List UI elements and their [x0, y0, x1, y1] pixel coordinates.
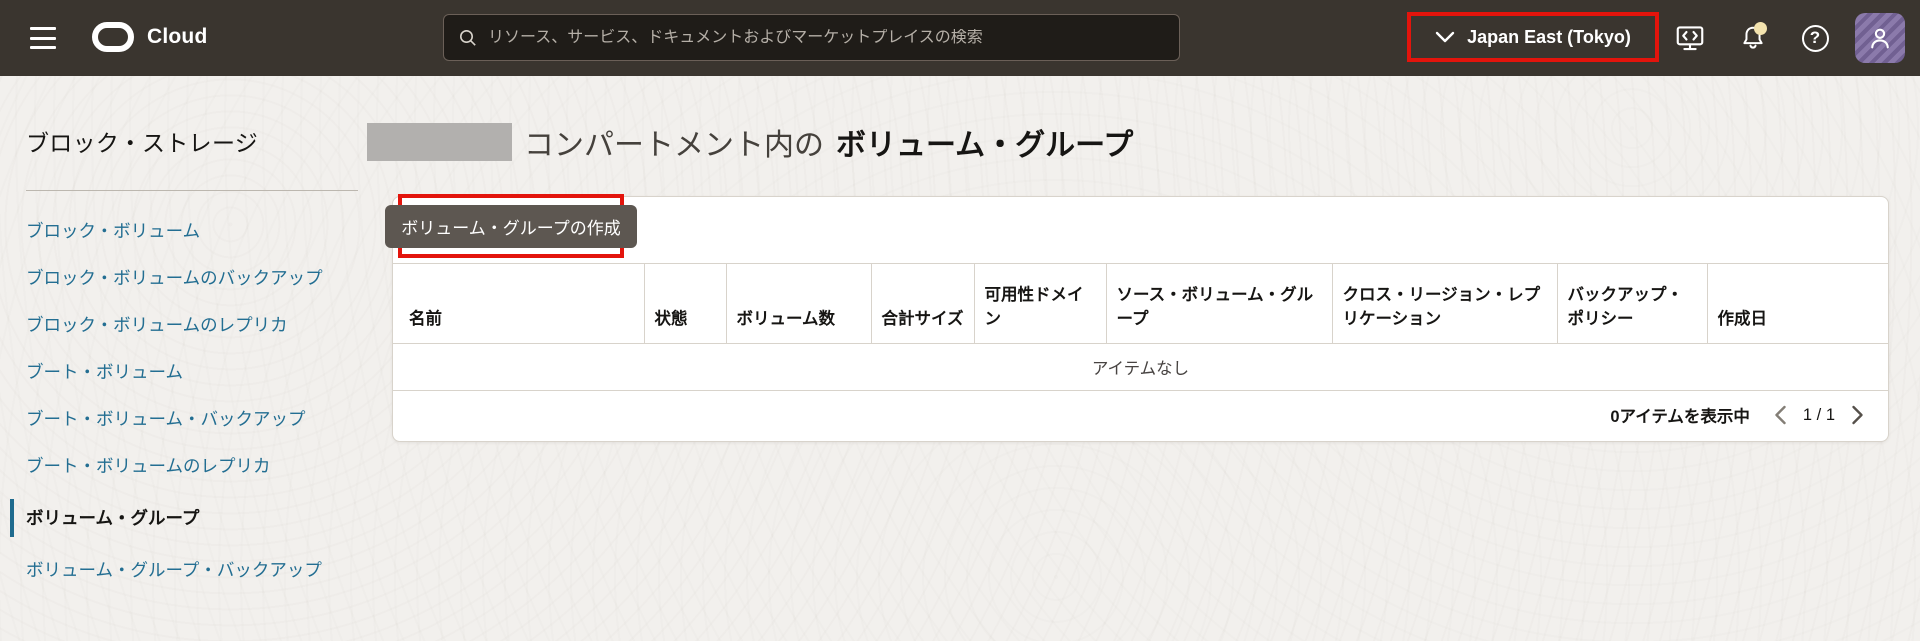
next-page-button[interactable] — [1849, 403, 1866, 427]
column-header-cross-region-replication: クロス・リージョン・レプリケーション — [1332, 263, 1558, 344]
table-header-row: 名前 状態 ボリューム数 合計サイズ 可用性ドメイン ソース・ボリューム・グルー… — [393, 263, 1888, 344]
sidebar-item-block-volumes[interactable]: ブロック・ボリューム — [26, 217, 358, 245]
help-button[interactable]: ? — [1793, 16, 1837, 60]
redacted-compartment-name — [367, 123, 512, 161]
column-header-total-size: 合計サイズ — [871, 263, 975, 344]
volume-groups-panel: ボリューム・グループの作成 名前 状態 ボリューム数 合計サイズ 可用性ドメイン… — [385, 194, 1889, 442]
sidebar-divider — [26, 190, 358, 191]
page-title-emphasis: ボリューム・グループ — [836, 129, 1134, 162]
sidebar-item-block-volume-replicas[interactable]: ブロック・ボリュームのレプリカ — [26, 311, 358, 339]
column-header-created: 作成日 — [1707, 263, 1888, 344]
pager: 1 / 1 — [1772, 403, 1866, 427]
region-selector[interactable]: Japan East (Tokyo) — [1435, 27, 1631, 48]
hamburger-menu-icon[interactable] — [30, 25, 58, 51]
page-title: コンパートメント内の ボリューム・グループ — [367, 120, 1133, 164]
notifications-button[interactable] — [1731, 16, 1775, 60]
search-bar[interactable] — [443, 14, 1180, 61]
region-label: Japan East (Tokyo) — [1467, 26, 1631, 47]
volume-groups-table: 名前 状態 ボリューム数 合計サイズ 可用性ドメイン ソース・ボリューム・グルー… — [393, 263, 1888, 391]
column-header-name: 名前 — [393, 263, 645, 344]
user-avatar[interactable] — [1855, 13, 1905, 63]
items-shown-summary: 0アイテムを表示中 — [1610, 408, 1750, 426]
create-volume-group-button[interactable]: ボリューム・グループの作成 — [385, 204, 637, 248]
cloud-shell-icon — [1676, 26, 1704, 51]
page-title-prefix: コンパートメント内の — [524, 129, 824, 162]
sidebar-item-block-volume-backups[interactable]: ブロック・ボリュームのバックアップ — [26, 264, 358, 292]
sidebar: ブロック・ストレージ ブロック・ボリューム ブロック・ボリュームのバックアップ … — [10, 124, 358, 603]
page-indicator: 1 / 1 — [1802, 405, 1835, 424]
sidebar-item-volume-groups[interactable]: ボリューム・グループ — [10, 499, 358, 537]
column-header-state: 状態 — [644, 263, 727, 344]
sidebar-item-boot-volumes[interactable]: ブート・ボリューム — [26, 358, 358, 386]
brand[interactable]: Cloud — [92, 22, 207, 52]
empty-table-row: アイテムなし — [393, 343, 1888, 391]
empty-message: アイテムなし — [393, 343, 1888, 391]
sidebar-item-boot-volume-replicas[interactable]: ブート・ボリュームのレプリカ — [26, 452, 358, 480]
previous-page-button[interactable] — [1772, 403, 1789, 427]
column-header-source-volume-group: ソース・ボリューム・グループ — [1106, 263, 1333, 344]
red-annotation-create-button: ボリューム・グループの作成 — [385, 194, 637, 258]
sidebar-title: ブロック・ストレージ — [26, 130, 259, 156]
pagination-bar: 0アイテムを表示中 1 / 1 — [393, 389, 1888, 441]
cloud-shell-button[interactable] — [1668, 16, 1712, 60]
person-icon — [1871, 28, 1889, 49]
chevron-left-icon — [1775, 405, 1786, 425]
column-header-backup-policy: バックアップ・ポリシー — [1557, 263, 1708, 344]
chevron-right-icon — [1852, 405, 1863, 425]
search-icon — [460, 29, 476, 46]
brand-label: Cloud — [147, 25, 208, 48]
red-annotation-region: Japan East (Tokyo) — [1407, 12, 1659, 62]
oracle-logo-icon — [92, 22, 134, 52]
search-input[interactable] — [488, 28, 1165, 47]
topbar: Cloud Japan East (Tokyo) — [0, 0, 1920, 76]
chevron-down-icon — [1435, 31, 1455, 43]
sidebar-item-volume-group-backups[interactable]: ボリューム・グループ・バックアップ — [26, 556, 358, 584]
notification-badge — [1754, 22, 1767, 35]
column-header-volume-count: ボリューム数 — [726, 263, 872, 344]
sidebar-item-boot-volume-backups[interactable]: ブート・ボリューム・バックアップ — [26, 405, 358, 433]
column-header-availability-domain: 可用性ドメイン — [974, 263, 1107, 344]
help-icon: ? — [1801, 24, 1829, 52]
sidebar-nav: ブロック・ボリューム ブロック・ボリュームのバックアップ ブロック・ボリュームの… — [10, 217, 358, 584]
